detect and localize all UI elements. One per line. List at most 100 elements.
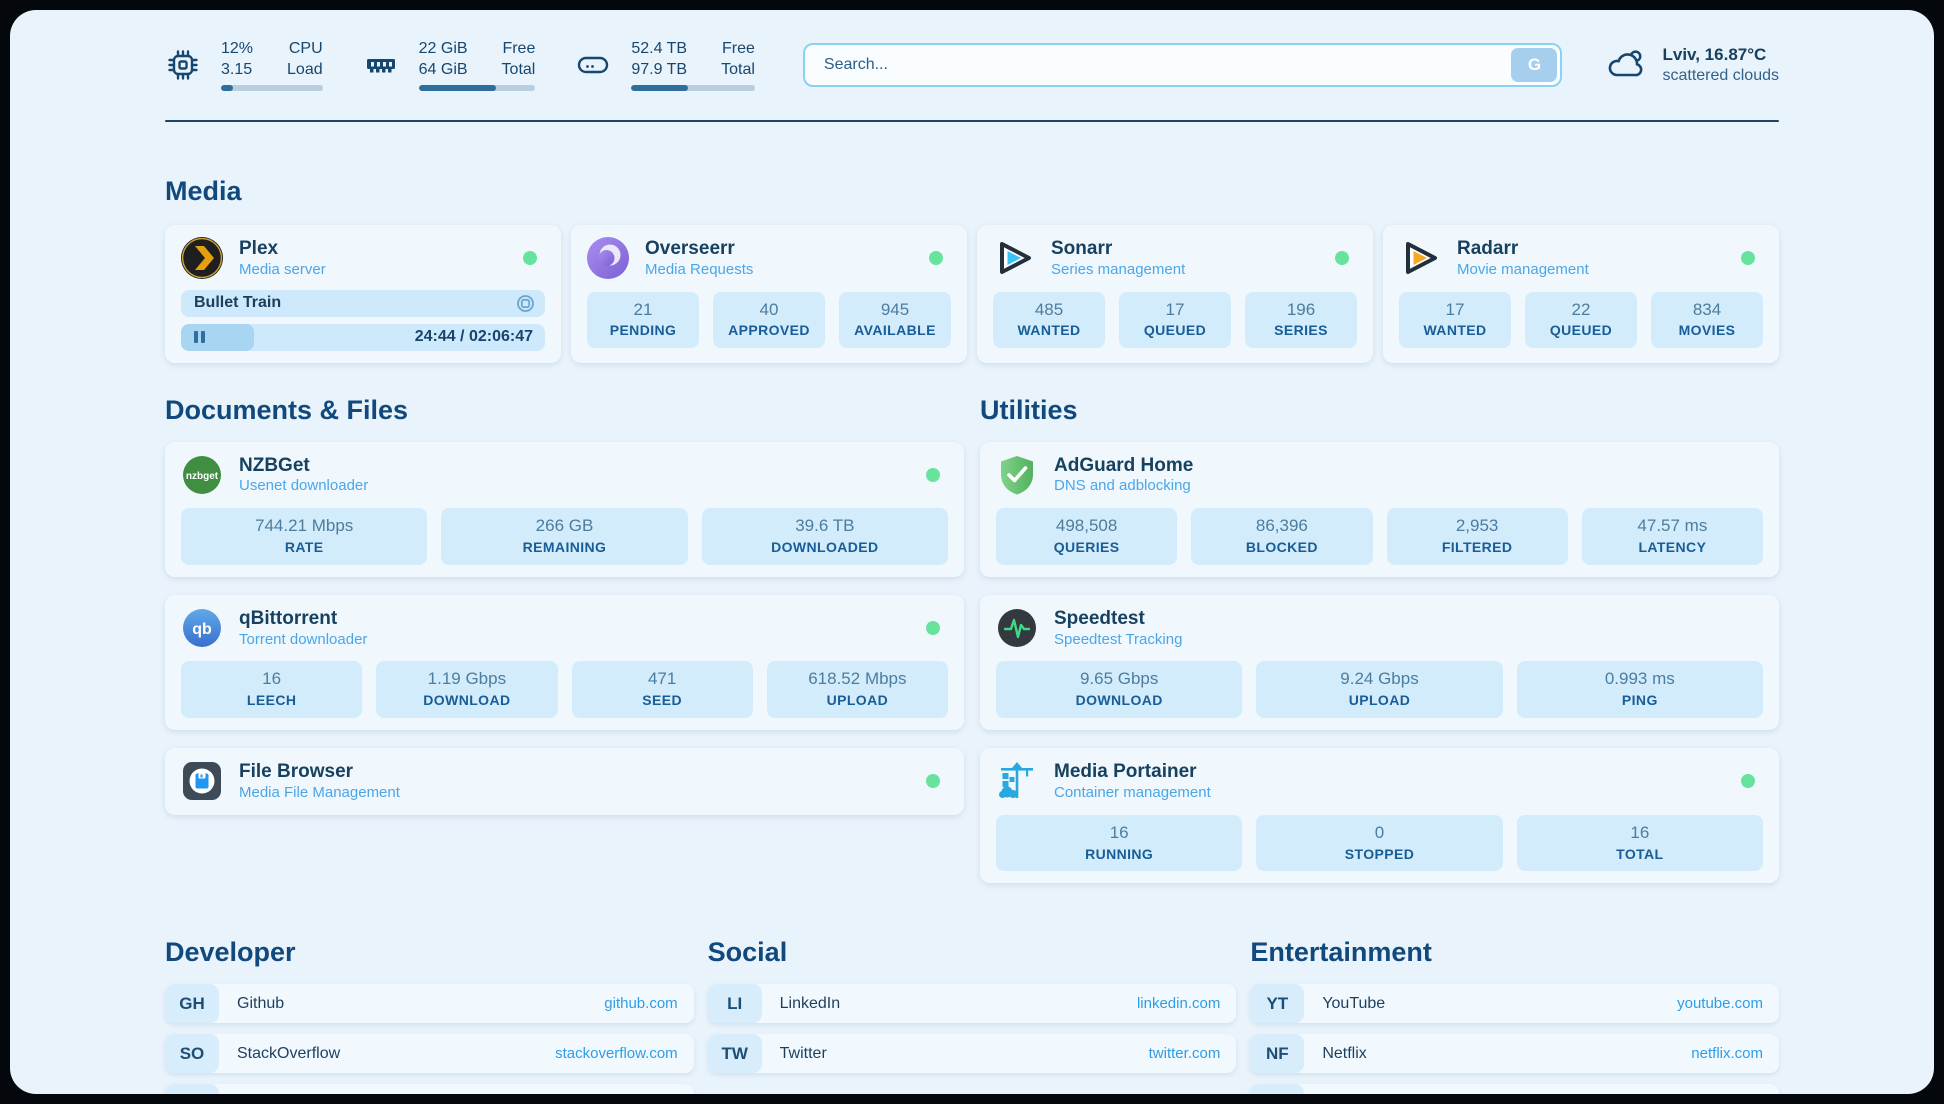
- disk-values: 52.4 TB 97.9 TB: [631, 39, 687, 81]
- bookmark-youtube[interactable]: YT YouTube youtube.com: [1250, 984, 1779, 1023]
- bookmark-name: Netflix: [1304, 1045, 1366, 1063]
- bookmark-abbr: SO: [165, 1034, 219, 1073]
- overseerr-icon: [587, 237, 629, 279]
- bookmark-group-title: Entertainment: [1250, 937, 1779, 968]
- bookmark-abbr: LI: [708, 984, 762, 1023]
- bookmark-name: Twitter: [762, 1045, 827, 1063]
- bookmark-group-entertainment: Entertainment YT YouTube youtube.com NF …: [1250, 937, 1779, 1094]
- stat-running: 16 RUNNING: [996, 815, 1242, 872]
- status-dot: [926, 468, 940, 482]
- service-card-speedtest[interactable]: Speedtest Speedtest Tracking 9.65 Gbps D…: [980, 595, 1779, 730]
- bookmarks-area: Developer GH Github github.com SO StackO…: [165, 937, 1779, 1094]
- stat-pending: 21 PENDING: [587, 292, 699, 349]
- system-info: 12% 3.15 CPU Load: [165, 39, 755, 92]
- service-card-adguard[interactable]: AdGuard Home DNS and adblocking 498,508 …: [980, 442, 1779, 577]
- service-card-qbittorrent[interactable]: qb qBittorrent Torrent downloader 16 LEE…: [165, 595, 964, 730]
- service-card-nzbget[interactable]: nzbget NZBGet Usenet downloader 744.21 M…: [165, 442, 964, 577]
- radarr-icon: [1399, 237, 1441, 279]
- service-title: Speedtest: [1054, 607, 1182, 631]
- bookmark-name: StackOverflow: [219, 1045, 340, 1063]
- search-provider-button[interactable]: G: [1511, 48, 1557, 82]
- media-card-row: Plex Media server Bullet Train 24:44 / 0…: [165, 225, 1779, 363]
- playback-time: 24:44 / 02:06:47: [415, 328, 545, 346]
- service-title: AdGuard Home: [1054, 454, 1193, 478]
- stat-wanted: 485 WANTED: [993, 292, 1105, 349]
- bookmark-netflix[interactable]: NF Netflix netflix.com: [1250, 1034, 1779, 1073]
- service-subtitle: Container management: [1054, 784, 1211, 803]
- service-subtitle: Media File Management: [239, 784, 400, 803]
- top-bar: 12% 3.15 CPU Load: [165, 36, 1779, 94]
- bookmark-group-title: Social: [708, 937, 1237, 968]
- service-card-sonarr[interactable]: Sonarr Series management 485 WANTED 17 Q…: [977, 225, 1373, 363]
- bookmark-abbr: GH: [165, 984, 219, 1023]
- cpu-widget: 12% 3.15 CPU Load: [165, 39, 323, 92]
- service-title: NZBGet: [239, 454, 368, 478]
- bookmark-abbr: DT: [165, 1084, 219, 1094]
- status-dot: [926, 621, 940, 635]
- topbar-divider: [165, 120, 1779, 122]
- section-title-documents: Documents & Files: [165, 395, 964, 426]
- status-dot: [1335, 251, 1349, 265]
- stat-rate: 744.21 Mbps RATE: [181, 508, 427, 565]
- stat-queries: 498,508 QUERIES: [996, 508, 1177, 565]
- bookmark-url: linkedin.com: [1137, 995, 1236, 1012]
- weather-location: Lviv, 16.87°C: [1662, 44, 1779, 66]
- stat-download: 9.65 Gbps DOWNLOAD: [996, 661, 1242, 718]
- bookmark-linkedin[interactable]: LI LinkedIn linkedin.com: [708, 984, 1237, 1023]
- dashboard-page: 12% 3.15 CPU Load: [10, 10, 1934, 1094]
- bookmark-url: stackoverflow.com: [555, 1045, 694, 1062]
- service-subtitle: Media server: [239, 261, 326, 280]
- bookmark-group-social: Social LI LinkedIn linkedin.com TW Twitt…: [708, 937, 1237, 1084]
- disk-labels: Free Total: [721, 39, 755, 81]
- service-card-filebrowser[interactable]: File Browser Media File Management: [165, 748, 964, 815]
- documents-column: nzbget NZBGet Usenet downloader 744.21 M…: [165, 442, 964, 884]
- bookmark-stackoverflow[interactable]: SO StackOverflow stackoverflow.com: [165, 1034, 694, 1073]
- service-title: Radarr: [1457, 237, 1589, 261]
- search-box: G: [803, 43, 1563, 87]
- stat-available: 945 AVAILABLE: [839, 292, 951, 349]
- service-title: Plex: [239, 237, 326, 261]
- ram-stick-icon: [363, 47, 399, 83]
- cpu-values: 12% 3.15: [221, 39, 253, 81]
- service-subtitle: DNS and adblocking: [1054, 477, 1193, 496]
- weather-condition: scattered clouds: [1662, 66, 1779, 87]
- service-card-portainer[interactable]: Media Portainer Container management 16 …: [980, 748, 1779, 883]
- cpu-chip-icon: [165, 47, 201, 83]
- memory-labels: Free Total: [502, 39, 536, 81]
- sonarr-icon: [993, 237, 1035, 279]
- service-title: Overseerr: [645, 237, 753, 261]
- filebrowser-icon: [181, 760, 223, 802]
- bookmark-github[interactable]: GH Github github.com: [165, 984, 694, 1023]
- service-card-plex[interactable]: Plex Media server Bullet Train 24:44 / 0…: [165, 225, 561, 363]
- adguard-icon: [996, 454, 1038, 496]
- stat-upload: 618.52 Mbps UPLOAD: [767, 661, 948, 718]
- now-playing-title: Bullet Train: [194, 294, 281, 312]
- bookmark-group-title: Developer: [165, 937, 694, 968]
- bookmark-twitter[interactable]: TW Twitter twitter.com: [708, 1034, 1237, 1073]
- stat-blocked: 86,396 BLOCKED: [1191, 508, 1372, 565]
- service-card-radarr[interactable]: Radarr Movie management 17 WANTED 22 QUE…: [1383, 225, 1779, 363]
- bookmark-abbr: NF: [1250, 1034, 1304, 1073]
- status-dot: [1741, 251, 1755, 265]
- memory-widget: 22 GiB 64 GiB Free Total: [363, 39, 536, 92]
- stat-seed: 471 SEED: [572, 661, 753, 718]
- status-dot: [929, 251, 943, 265]
- two-column-area: nzbget NZBGet Usenet downloader 744.21 M…: [165, 442, 1779, 884]
- section-title-media: Media: [165, 176, 1779, 207]
- bookmark-dev[interactable]: DT DEV dev.to: [165, 1084, 694, 1094]
- session-lens-icon: [516, 294, 535, 313]
- svg-text:nzbget: nzbget: [186, 471, 219, 482]
- search-input[interactable]: [808, 56, 1512, 74]
- bookmark-url: youtube.com: [1677, 995, 1779, 1012]
- bookmark-reddit[interactable]: RE Reddit reddit.com: [1250, 1084, 1779, 1094]
- memory-usage-bar: [419, 85, 536, 91]
- stat-queued: 17 QUEUED: [1119, 292, 1231, 349]
- stat-upload: 9.24 Gbps UPLOAD: [1256, 661, 1502, 718]
- service-card-overseerr[interactable]: Overseerr Media Requests 21 PENDING 40 A…: [571, 225, 967, 363]
- service-title: qBittorrent: [239, 607, 367, 631]
- stat-queued: 22 QUEUED: [1525, 292, 1637, 349]
- stat-approved: 40 APPROVED: [713, 292, 825, 349]
- stat-download: 1.19 Gbps DOWNLOAD: [376, 661, 557, 718]
- service-subtitle: Speedtest Tracking: [1054, 631, 1182, 650]
- stat-leech: 16 LEECH: [181, 661, 362, 718]
